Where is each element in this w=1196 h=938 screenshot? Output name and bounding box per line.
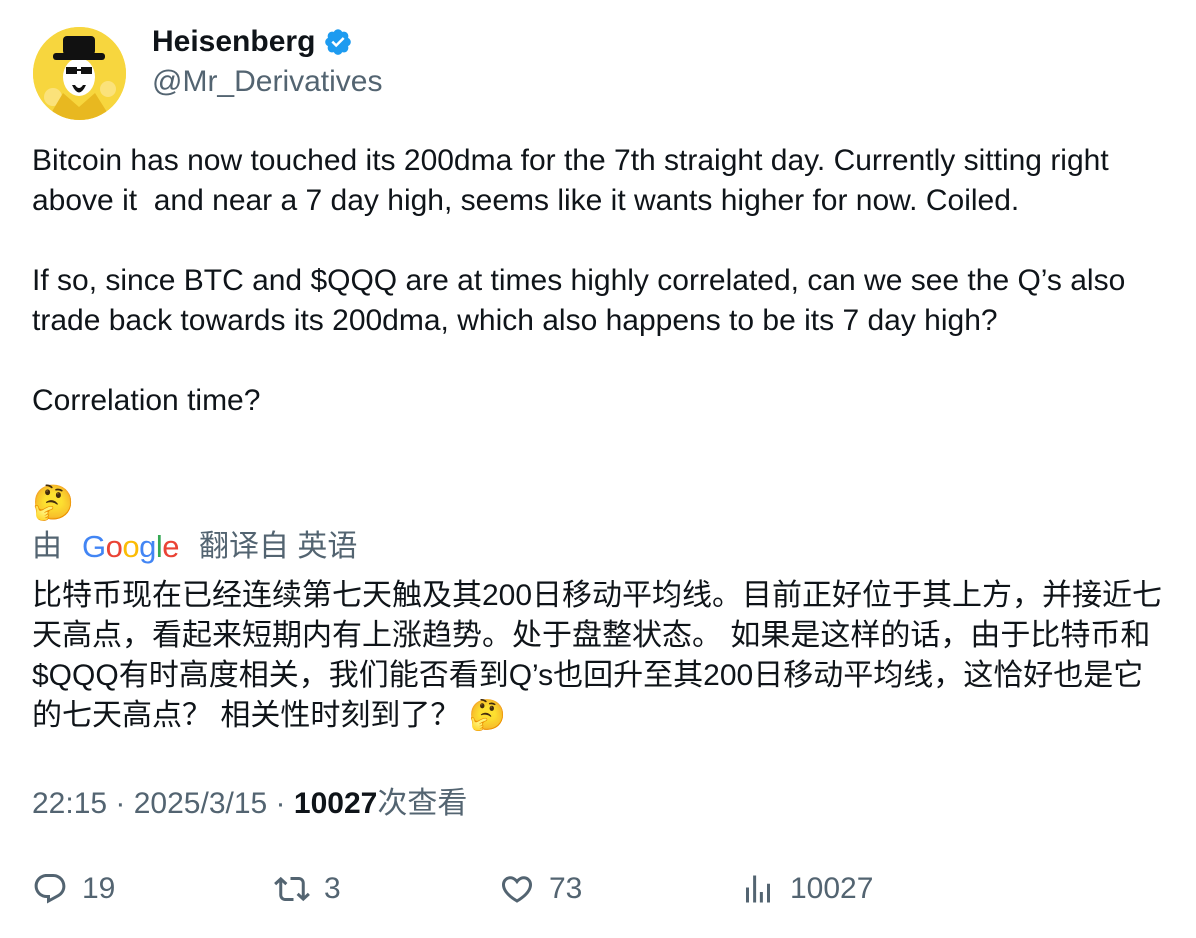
action-bar: 19 3 73 10027 bbox=[32, 871, 1172, 915]
author-name-row[interactable]: Heisenberg bbox=[152, 22, 353, 62]
translation-attribution[interactable]: 由 Google 翻译自 英语 bbox=[32, 526, 357, 568]
verified-badge-icon[interactable] bbox=[323, 27, 353, 57]
tweet-meta: 22:15 · 2025/3/15 · 10027次查看 bbox=[32, 784, 467, 824]
like-count: 73 bbox=[549, 872, 583, 905]
like-button[interactable]: 73 bbox=[499, 871, 582, 907]
heisenberg-avatar-image bbox=[33, 27, 126, 120]
meta-separator: · bbox=[107, 787, 134, 820]
retweet-icon bbox=[274, 876, 310, 902]
views-label: 次查看 bbox=[377, 787, 468, 820]
heart-icon bbox=[501, 876, 533, 903]
analytics-icon bbox=[746, 875, 770, 903]
tweet-text: Bitcoin has now touched its 200dma for t… bbox=[32, 141, 1172, 523]
thinking-face-emoji: 🤔 bbox=[32, 484, 75, 522]
translated-by-label: 由 bbox=[32, 530, 62, 563]
views-button[interactable]: 10027 bbox=[740, 871, 873, 907]
tweet-date[interactable]: 2025/3/15 bbox=[134, 787, 267, 820]
reply-count: 19 bbox=[82, 872, 116, 905]
tweet-time[interactable]: 22:15 bbox=[32, 787, 107, 820]
tweet-paragraph: If so, since BTC and $QQQ are at times h… bbox=[32, 264, 1134, 337]
reply-button[interactable]: 19 bbox=[32, 871, 115, 907]
tweet-paragraph: Correlation time? bbox=[32, 384, 261, 417]
retweet-count: 3 bbox=[324, 872, 341, 905]
avatar[interactable] bbox=[33, 27, 126, 120]
translated-text: 比特币现在已经连续第七天触及其200日移动平均线。目前正好位于其上方，并接近七天… bbox=[32, 579, 1163, 732]
author-handle[interactable]: @Mr_Derivatives bbox=[152, 62, 383, 102]
translated-from-label: 翻译自 英语 bbox=[199, 530, 358, 563]
views-count: 10027 bbox=[790, 872, 874, 905]
google-logo: Google bbox=[82, 529, 180, 564]
tweet-paragraph: Bitcoin has now touched its 200dma for t… bbox=[32, 144, 1118, 217]
meta-separator: · bbox=[267, 787, 294, 820]
retweet-button[interactable]: 3 bbox=[274, 871, 341, 907]
reply-icon bbox=[34, 874, 66, 904]
author-name[interactable]: Heisenberg bbox=[152, 22, 315, 62]
view-count: 10027 bbox=[293, 787, 378, 820]
